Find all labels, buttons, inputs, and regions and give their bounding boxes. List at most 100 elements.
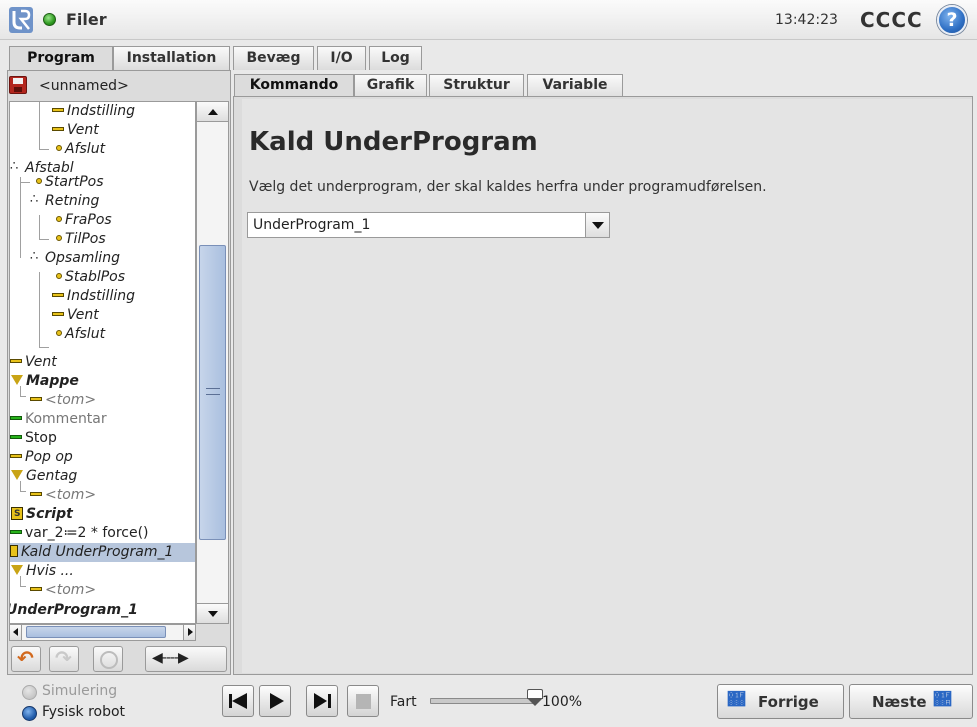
tree-node[interactable]: Script [11, 505, 73, 524]
scroll-left-icon[interactable] [10, 625, 22, 640]
tab-graphics[interactable]: Grafik [354, 74, 427, 96]
tree-node[interactable]: UnderProgram_1 [9, 601, 138, 620]
tree-node-label: Vent [25, 354, 57, 370]
tree-node[interactable]: FraPos [56, 211, 112, 230]
waypoint-icon [56, 216, 62, 222]
chevron-down-icon[interactable] [585, 213, 609, 237]
save-icon[interactable] [9, 76, 27, 94]
help-icon[interactable]: ? [937, 5, 967, 35]
tree-node[interactable]: <tom> [30, 581, 96, 600]
tree-node-label: Afslut [65, 141, 106, 157]
yellow-bar-icon [52, 293, 64, 297]
skip-to-start-icon[interactable] [222, 685, 254, 717]
tab-io[interactable]: I/O [317, 46, 366, 70]
waypoint-icon [56, 235, 62, 241]
tree-node[interactable]: Afslut [56, 140, 105, 159]
program-tree[interactable]: Indstilling Vent Afslut Afstabl StartPos… [9, 101, 196, 624]
tree-node-label: Gentag [26, 468, 78, 484]
tree-node-label: Pop op [25, 449, 73, 465]
tree-node[interactable]: StartPos [36, 173, 104, 192]
file-menu[interactable]: Filer [66, 10, 107, 29]
tree-node[interactable]: Hvis ... [11, 562, 74, 581]
subprogram-dropdown-value: UnderProgram_1 [253, 217, 371, 233]
tree-node[interactable]: <tom> [30, 486, 96, 505]
tree-node[interactable]: Vent [10, 353, 57, 372]
move-node-icon[interactable] [145, 646, 227, 672]
description-text: Vælg det underprogram, der skal kaldes h… [249, 179, 767, 195]
tree-node-label: Kommentar [25, 411, 107, 427]
page-title: Kald UnderProgram [249, 127, 538, 157]
yellow-bar-icon [30, 587, 42, 591]
speed-slider-thumb[interactable] [527, 689, 543, 707]
tab-move[interactable]: Bevæg [233, 46, 314, 70]
tree-vertical-scrollbar[interactable] [196, 101, 229, 624]
waypoint-icon [56, 330, 62, 336]
tree-node-label: TilPos [65, 231, 106, 247]
tree-node-label: Indstilling [67, 288, 135, 304]
tree-node[interactable]: Indstilling [52, 287, 135, 306]
tree-node[interactable]: Afslut [56, 325, 105, 344]
scroll-down-icon[interactable] [197, 603, 228, 623]
waypoint-icon [56, 145, 62, 151]
green-bar-icon [10, 530, 22, 534]
previous-label: Forrige [758, 693, 819, 711]
program-header: <unnamed> [7, 73, 231, 99]
tree-node[interactable]: Indstilling [52, 102, 135, 121]
yellow-bar-icon [52, 312, 64, 316]
tree-node[interactable]: var_2≔2 * force() [10, 524, 149, 543]
tree-horizontal-scrollbar[interactable] [9, 624, 196, 641]
tree-node[interactable]: Gentag [11, 467, 77, 486]
tab-installation[interactable]: Installation [113, 46, 230, 70]
scroll-right-icon[interactable] [183, 625, 195, 640]
tree-node-selected[interactable]: Kald UnderProgram_1 [10, 543, 195, 562]
tree-node[interactable]: Pop op [10, 448, 73, 467]
tree-node-label: <tom> [45, 392, 97, 408]
ur-logo-icon [9, 7, 33, 33]
tree-node-label: UnderProgram_1 [9, 602, 138, 618]
yellow-bar-icon [52, 127, 64, 131]
robot-name: CCCC [860, 8, 923, 32]
tree-node-label: Mappe [26, 373, 79, 389]
tree-node[interactable]: StablPos [56, 268, 125, 287]
subprogram-dropdown[interactable]: UnderProgram_1 [247, 212, 610, 238]
tree-node[interactable]: Retning [30, 190, 99, 211]
scroll-thumb[interactable] [26, 626, 166, 638]
tab-structure[interactable]: Struktur [429, 74, 524, 96]
pallet-icon [10, 157, 22, 176]
tab-program[interactable]: Program [9, 46, 113, 70]
tab-variables[interactable]: Variable [527, 74, 623, 96]
tree-node[interactable]: <tom> [30, 391, 96, 410]
tree-node[interactable]: Vent [52, 121, 99, 140]
radio-selected-icon [22, 706, 37, 721]
tree-node[interactable]: Opsamling [30, 247, 120, 268]
tab-log[interactable]: Log [369, 46, 422, 70]
tree-node-label: StartPos [45, 174, 104, 190]
tree-node[interactable]: Vent [52, 306, 99, 325]
tree-node-label: FraPos [65, 212, 112, 228]
tree-node[interactable]: Mappe [11, 372, 79, 391]
waypoint-icon [56, 273, 62, 279]
green-bar-icon [10, 416, 22, 420]
play-icon[interactable] [259, 685, 291, 717]
delete-icon[interactable] [93, 646, 123, 672]
previous-button[interactable]: 🢈 Forrige [717, 684, 844, 719]
tree-node[interactable]: Kommentar [10, 410, 107, 429]
redo-icon[interactable] [49, 646, 79, 672]
yellow-bar-icon [52, 108, 64, 112]
tab-command[interactable]: Kommando [234, 74, 354, 96]
tree-node[interactable]: Stop [10, 429, 57, 448]
speed-slider[interactable] [430, 698, 537, 704]
pallet-icon [30, 247, 42, 266]
robot-status-icon [43, 13, 56, 26]
simulation-label: Simulering [42, 683, 118, 699]
next-button[interactable]: Næste 🢊 [849, 684, 973, 719]
scroll-up-icon[interactable] [197, 102, 228, 122]
tree-node[interactable]: TilPos [56, 230, 106, 249]
arrow-right-icon: 🢊 [934, 690, 951, 710]
undo-icon[interactable] [11, 646, 41, 672]
scroll-thumb[interactable] [199, 245, 226, 540]
next-label: Næste [872, 693, 927, 711]
step-forward-icon[interactable] [306, 685, 338, 717]
radio-icon [22, 685, 37, 700]
stop-icon[interactable] [347, 685, 379, 717]
